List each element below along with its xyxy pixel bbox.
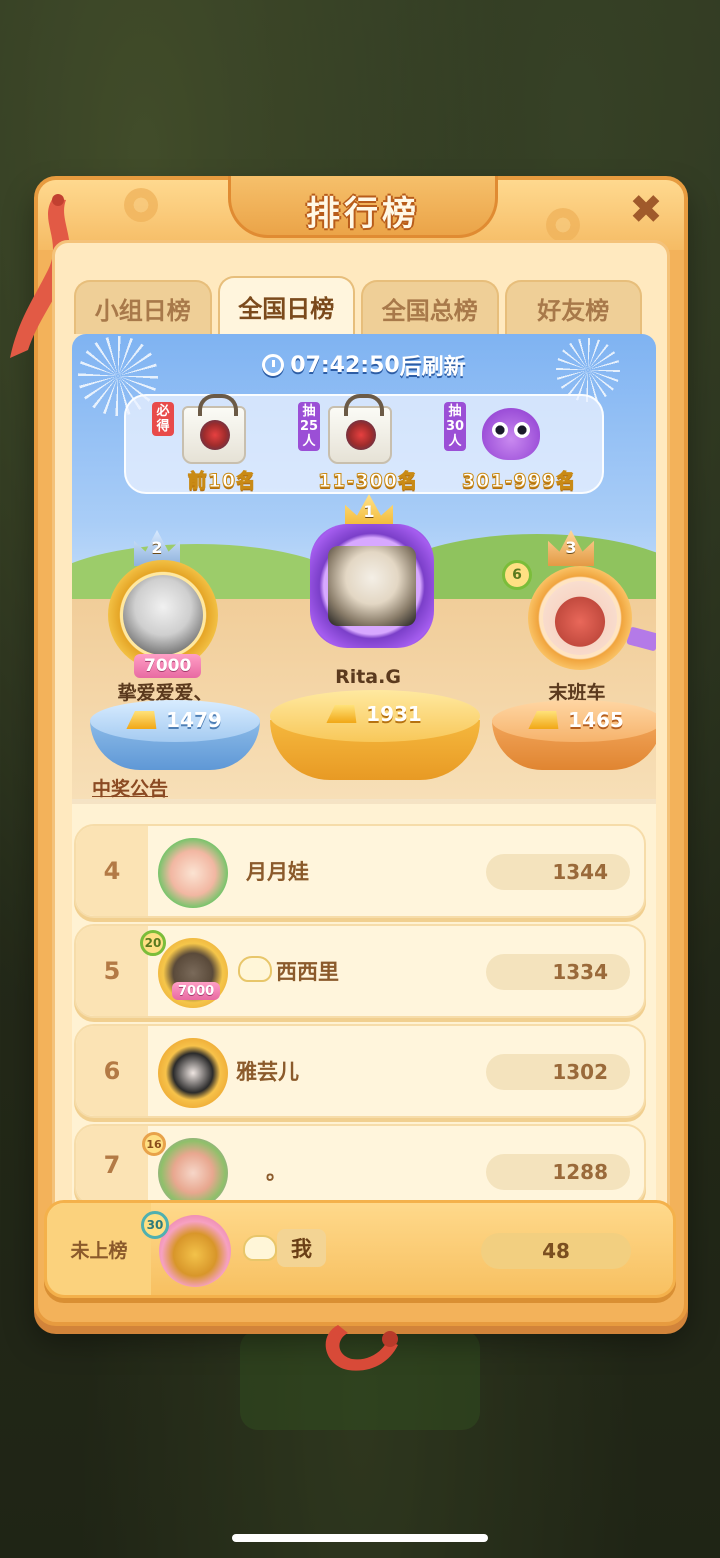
panel-title: 排行榜 <box>306 195 420 233</box>
my-score: 48 <box>481 1233 631 1269</box>
title-plate: 排行榜 <box>228 176 498 238</box>
avatar <box>543 581 617 655</box>
level-badge: 30 <box>141 1211 169 1239</box>
tab-bar: 小组日榜 全国日榜 全国总榜 好友榜 <box>74 276 642 334</box>
avatar <box>159 1215 231 1287</box>
rank-number: 1 <box>363 502 375 521</box>
player-name: 。 <box>266 1160 287 1184</box>
podium-score: 1931 <box>270 702 480 726</box>
score-value: 1302 <box>486 1054 630 1090</box>
avatar <box>158 1038 228 1108</box>
flower-decoration-icon <box>124 188 158 222</box>
bunny-icon <box>238 956 272 982</box>
ribbon-knot-icon <box>318 1315 418 1375</box>
pedestal-bronze: 1465 <box>492 700 656 770</box>
score-banner: 7000 <box>172 982 221 1000</box>
rank-number: 4 <box>76 826 148 916</box>
reward-tier-2[interactable]: 抽25人 11-300名 <box>298 394 438 493</box>
tab-national-total[interactable]: 全国总榜 <box>361 280 499 334</box>
score-value: 1344 <box>486 854 630 890</box>
winner-notice-link[interactable]: 中奖公告 <box>92 774 168 801</box>
reward-tag: 抽30人 <box>444 402 466 451</box>
refresh-suffix: 后刷新 <box>399 355 466 380</box>
tab-national-daily[interactable]: 全国日榜 <box>217 276 355 334</box>
rank-number: 6 <box>76 1026 148 1116</box>
gold-bar-icon <box>529 711 562 729</box>
player-name: 西西里 <box>276 960 339 984</box>
gold-bar-icon <box>127 711 160 729</box>
avatar-frame <box>310 524 434 648</box>
reward-tier-1[interactable]: 必得 前10名 <box>152 394 292 493</box>
purple-owl-plush-icon <box>482 408 540 460</box>
score-banner: 7000 <box>134 654 202 678</box>
home-indicator[interactable] <box>232 1534 488 1542</box>
reward-label: 11-300名 <box>318 470 418 493</box>
avatar <box>123 575 203 655</box>
level-badge: 16 <box>142 1132 166 1156</box>
tab-group-daily[interactable]: 小组日榜 <box>74 280 212 334</box>
pedestal-gold: 1931 <box>270 690 480 780</box>
close-icon: ✖ <box>629 187 663 233</box>
tab-friends[interactable]: 好友榜 <box>504 280 642 334</box>
level-badge: 6 <box>502 560 532 590</box>
refresh-time: 07:42:50 <box>290 352 400 378</box>
avatar <box>328 546 416 626</box>
avatar <box>158 1138 228 1204</box>
my-rank-row[interactable]: 未上榜 30 我 48 <box>44 1200 676 1298</box>
rank-number: 3 <box>565 538 577 557</box>
reward-tier-3[interactable]: 抽30人 301-999名 <box>444 400 594 493</box>
podium-score: 1465 <box>492 708 656 732</box>
my-name: 我 <box>277 1229 326 1267</box>
podium-first[interactable]: 1 Rita.G 1931 <box>268 494 480 794</box>
player-name: Rita.G <box>335 666 401 688</box>
tote-bag-icon <box>328 394 392 464</box>
bunny-icon <box>243 1235 277 1261</box>
reward-label: 301-999名 <box>461 470 577 493</box>
player-name: 雅芸儿 <box>236 1060 299 1084</box>
podium-third[interactable]: 3 6 末班车 1465 <box>492 530 656 770</box>
my-rank-label: 未上榜 <box>47 1203 151 1295</box>
flower-decoration-icon <box>546 208 580 242</box>
reward-panel: 必得 前10名 抽25人 11-300名 抽30人 301-999名 <box>124 394 604 494</box>
podium-second[interactable]: 2 7000 挚爱爱爱、 1479 <box>80 530 260 770</box>
reward-label: 前10名 <box>187 470 257 493</box>
rank-number: 2 <box>151 538 163 557</box>
level-badge: 20 <box>140 930 166 956</box>
reward-tag: 必得 <box>152 402 174 436</box>
score-value: 1288 <box>486 1154 630 1190</box>
refresh-countdown: 07:42:50 后刷新 <box>72 348 656 382</box>
clock-icon <box>262 354 285 376</box>
score-value: 1334 <box>486 954 630 990</box>
score-value: 1465 <box>568 708 624 732</box>
avatar <box>158 838 228 908</box>
rank-row-6[interactable]: 6 雅芸儿 1302 <box>74 1024 646 1118</box>
rank-row-7[interactable]: 7 16 。 1288 <box>74 1124 646 1206</box>
reward-tag: 抽25人 <box>298 402 320 451</box>
podium-score: 1479 <box>90 708 260 732</box>
tote-bag-icon <box>182 394 246 464</box>
player-name: 月月娃 <box>246 860 309 884</box>
score-value: 1479 <box>166 708 222 732</box>
rank-number: 7 <box>76 1126 148 1204</box>
close-button[interactable]: ✖ <box>624 187 668 233</box>
rank-row-4[interactable]: 4 月月娃 1344 <box>74 824 646 918</box>
rank-number: 5 <box>76 926 148 1016</box>
avatar-frame <box>528 566 632 670</box>
pedestal-silver: 1479 <box>90 700 260 770</box>
score-value: 1931 <box>366 702 422 726</box>
rank-row-5[interactable]: 5 20 7000 西西里 1334 <box>74 924 646 1018</box>
gold-bar-icon <box>327 705 360 723</box>
